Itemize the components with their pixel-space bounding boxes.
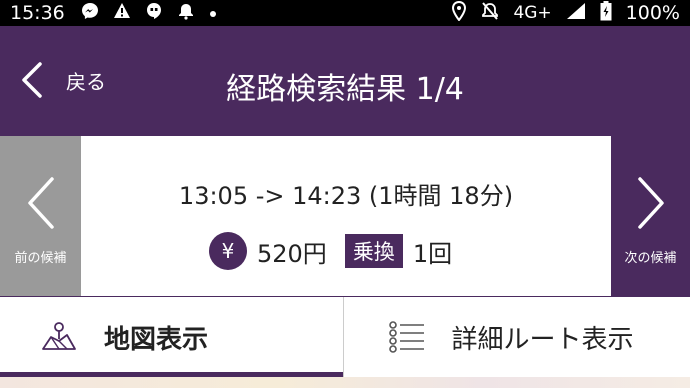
view-tabs: 地図表示 詳細ルート表示 [0,297,690,377]
status-time: 15:36 [10,2,65,24]
bell-icon [177,2,195,24]
notification-icons [81,2,217,24]
chevron-right-icon [637,176,664,229]
transfer-badge: 乗換 [344,234,403,268]
hangouts-icon [145,2,163,24]
page-title: 経路検索結果 1/4 [226,72,464,107]
tab-map[interactable]: 地図表示 [0,297,344,377]
dot-icon [209,5,217,22]
transfer-count: 1回 [412,239,453,268]
battery-level: 100% [625,2,680,24]
app-header: 戻る 経路検索結果 1/4 [0,26,690,136]
location-icon [451,0,467,26]
prev-candidate-label: 前の候補 [14,250,67,266]
map-icon [42,322,76,350]
mute-icon [481,1,499,26]
signal-icon [566,2,586,25]
list-icon [388,321,424,353]
route-times: 13:05 -> 14:23 (1時間 18分) [178,182,514,210]
map-preview [0,377,690,388]
prev-candidate-button[interactable]: 前の候補 [0,136,81,296]
route-summary: 13:05 -> 14:23 (1時間 18分) ¥ 520円 乗換 1回 [81,136,611,296]
network-label: 4G+ [513,3,552,23]
battery-icon [600,0,612,26]
fare-row: ¥ 520円 乗換 1回 [209,232,452,270]
messenger-icon [81,2,99,24]
yen-icon: ¥ [209,232,247,270]
next-candidate-label: 次の候補 [624,250,677,266]
next-candidate-button[interactable]: 次の候補 [611,136,690,296]
tab-map-label: 地図表示 [104,324,209,355]
alert-icon [113,2,131,24]
tab-detail-route[interactable]: 詳細ルート表示 [344,297,690,377]
tab-detail-label: 詳細ルート表示 [451,324,634,355]
fare-value: 520円 [257,239,327,268]
status-bar: 15:36 4G+ 100% [0,0,690,26]
chevron-left-icon [27,176,54,229]
